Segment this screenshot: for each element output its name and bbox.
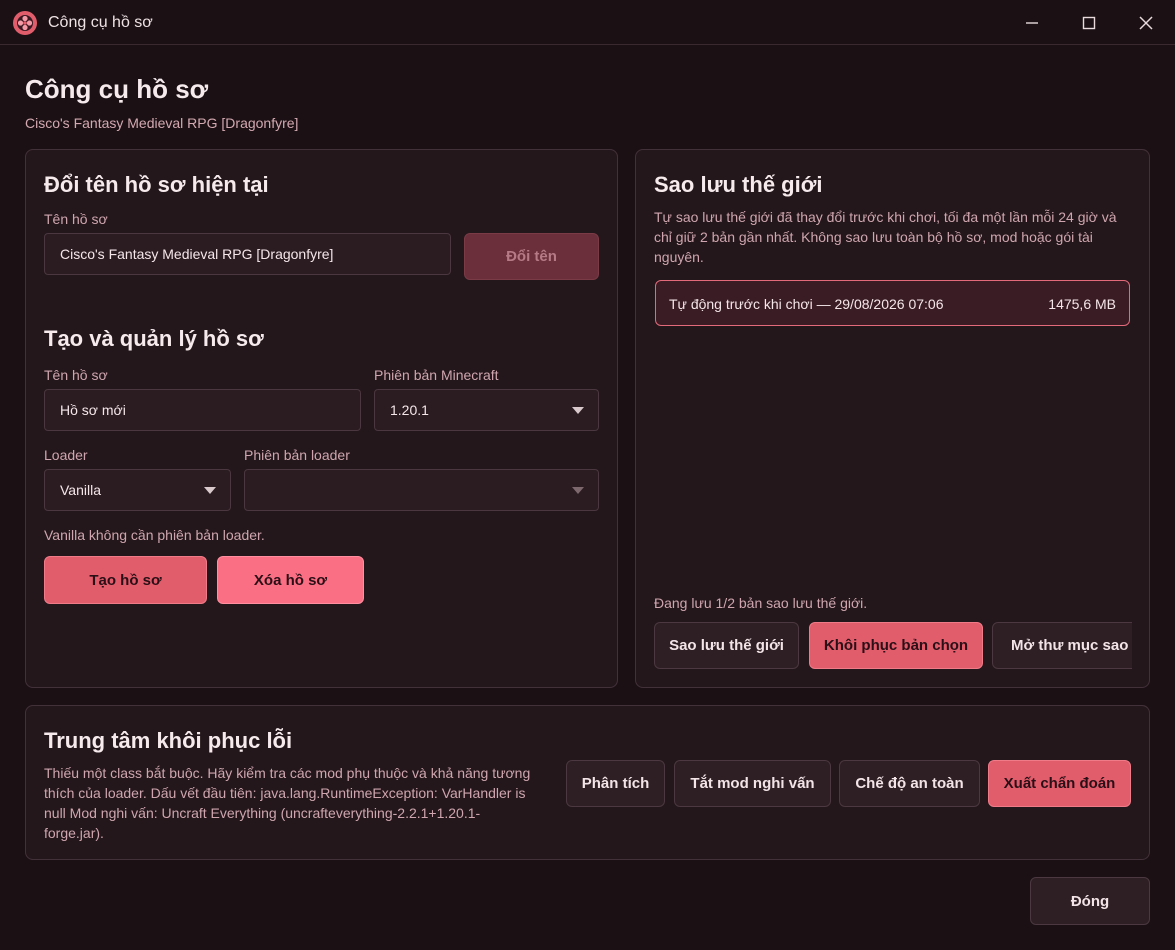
backup-section-title: Sao lưu thế giới bbox=[654, 172, 823, 197]
loader-note: Vanilla không cần phiên bản loader. bbox=[44, 527, 265, 543]
profile-name-input[interactable]: Hồ sơ mới bbox=[44, 389, 361, 431]
rename-button[interactable]: Đổi tên bbox=[464, 233, 599, 280]
loader-value: Vanilla bbox=[60, 482, 101, 498]
backup-description: Tự sao lưu thế giới đã thay đổi trước kh… bbox=[654, 209, 1117, 265]
open-backup-folder-button[interactable]: Mở thư mục sao lưu bbox=[992, 622, 1132, 669]
rename-name-input[interactable]: Cisco's Fantasy Medieval RPG [Dragonfyre… bbox=[44, 233, 451, 275]
backup-list-item[interactable]: Tự động trước khi chơi — 29/08/2026 07:0… bbox=[655, 280, 1130, 326]
close-button[interactable]: Đóng bbox=[1030, 877, 1150, 925]
minecraft-version-select[interactable]: 1.20.1 bbox=[374, 389, 599, 431]
window-title: Công cụ hồ sơ bbox=[48, 14, 153, 31]
rename-section-title: Đổi tên hồ sơ hiện tại bbox=[44, 172, 269, 197]
backup-status: Đang lưu 1/2 bản sao lưu thế giới. bbox=[654, 595, 868, 611]
loader-version-label: Phiên bản loader bbox=[244, 447, 350, 463]
chevron-down-icon bbox=[572, 407, 584, 414]
create-profile-button[interactable]: Tạo hồ sơ bbox=[44, 556, 207, 604]
error-recovery-panel: Trung tâm khôi phục lỗi Thiếu một class … bbox=[25, 705, 1150, 860]
minecraft-version-value: 1.20.1 bbox=[390, 402, 429, 418]
maximize-icon[interactable] bbox=[1078, 12, 1100, 34]
safe-mode-button[interactable]: Chế độ an toàn bbox=[839, 760, 980, 807]
profile-name-value: Hồ sơ mới bbox=[60, 402, 126, 418]
create-section-title: Tạo và quản lý hồ sơ bbox=[44, 326, 264, 351]
export-diagnostics-button[interactable]: Xuất chẩn đoán bbox=[988, 760, 1131, 807]
analyze-button[interactable]: Phân tích bbox=[566, 760, 665, 807]
world-backup-panel: Sao lưu thế giới Tự sao lưu thế giới đã … bbox=[635, 149, 1150, 688]
rename-name-value: Cisco's Fantasy Medieval RPG [Dragonfyre… bbox=[60, 246, 334, 262]
loader-version-select[interactable] bbox=[244, 469, 599, 511]
restore-selected-button[interactable]: Khôi phục bản chọn bbox=[809, 622, 983, 669]
recovery-description: Thiếu một class bắt buộc. Hãy kiểm tra c… bbox=[44, 765, 531, 841]
delete-profile-button[interactable]: Xóa hồ sơ bbox=[217, 556, 364, 604]
loader-label: Loader bbox=[44, 447, 88, 463]
minecraft-version-label: Phiên bản Minecraft bbox=[374, 367, 499, 383]
chevron-down-icon bbox=[204, 487, 216, 494]
close-icon[interactable] bbox=[1135, 12, 1157, 34]
disable-suspect-mod-button[interactable]: Tắt mod nghi vấn bbox=[674, 760, 831, 807]
chevron-down-icon bbox=[572, 487, 584, 494]
page-subtitle: Cisco's Fantasy Medieval RPG [Dragonfyre… bbox=[25, 115, 299, 131]
backup-world-button[interactable]: Sao lưu thế giới bbox=[654, 622, 799, 669]
rename-name-label: Tên hồ sơ bbox=[44, 211, 108, 227]
recovery-section-title: Trung tâm khôi phục lỗi bbox=[44, 728, 293, 753]
page-title: Công cụ hồ sơ bbox=[25, 74, 209, 104]
backup-button-row: Sao lưu thế giới Khôi phục bản chọn Mở t… bbox=[654, 622, 1132, 670]
loader-select[interactable]: Vanilla bbox=[44, 469, 231, 511]
app-logo-icon bbox=[12, 10, 38, 36]
minimize-icon[interactable] bbox=[1021, 12, 1043, 34]
backup-item-name: Tự động trước khi chơi — 29/08/2026 07:0… bbox=[669, 296, 944, 312]
backup-item-size: 1475,6 MB bbox=[1048, 296, 1116, 312]
title-bar: Công cụ hồ sơ bbox=[0, 0, 1175, 45]
profile-name-label: Tên hồ sơ bbox=[44, 367, 108, 383]
profile-panel: Đổi tên hồ sơ hiện tại Tên hồ sơ Cisco's… bbox=[25, 149, 618, 688]
